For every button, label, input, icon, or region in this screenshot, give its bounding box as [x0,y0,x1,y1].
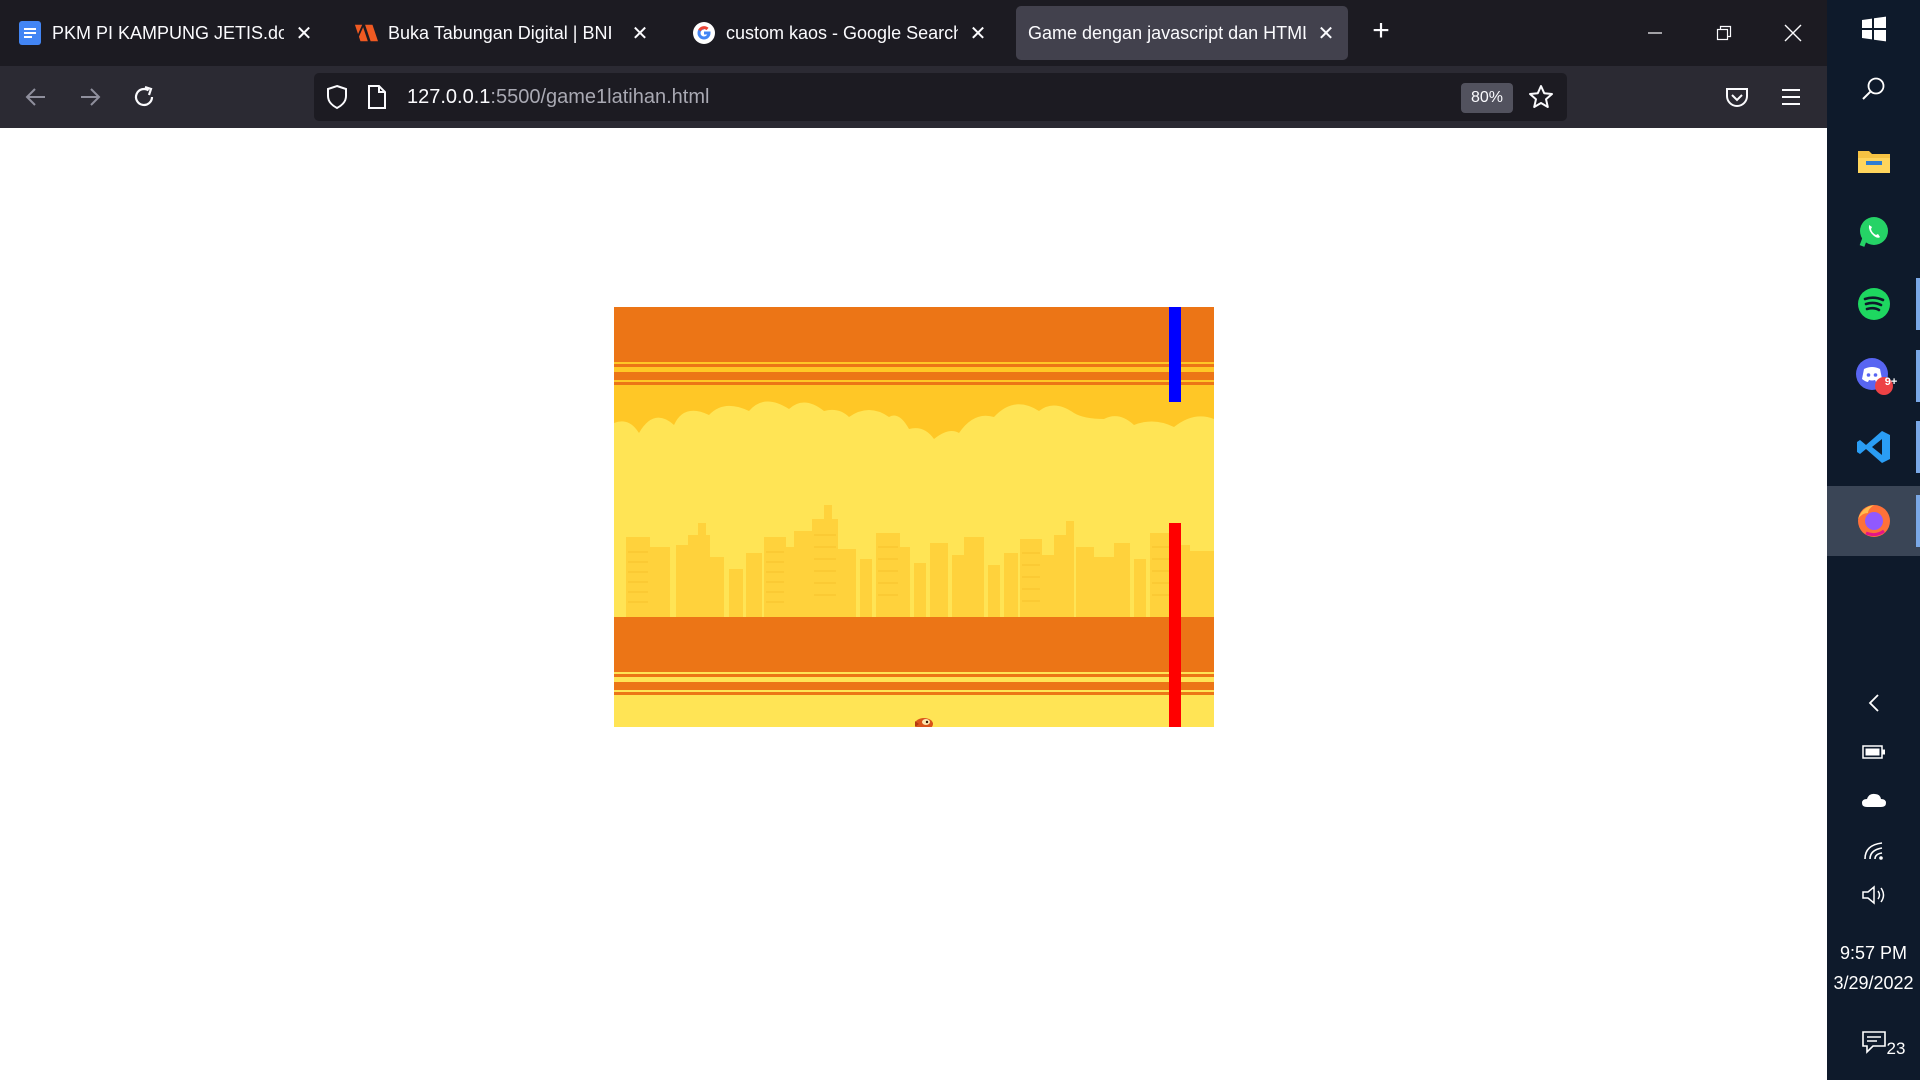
bni-icon [354,21,378,45]
obstacle-bottom-red [1169,523,1181,727]
tab-label: Game dengan javascript dan HTML [1028,22,1306,43]
volume-icon[interactable] [1827,875,1920,915]
onedrive-icon[interactable] [1827,780,1920,820]
tab-game-active[interactable]: Game dengan javascript dan HTML ✕ [1016,6,1348,60]
page-info-icon[interactable] [366,84,388,115]
spotify-icon[interactable] [1827,271,1920,337]
game-canvas[interactable] [614,307,1214,727]
forward-button[interactable] [71,78,109,116]
running-indicator [1916,421,1920,473]
file-explorer-icon[interactable] [1827,128,1920,194]
game-background [614,307,1214,727]
running-indicator [1916,350,1920,402]
tab-bni[interactable]: Buka Tabungan Digital | BNI ✕ [342,6,662,60]
windows-start-icon[interactable] [1827,0,1920,62]
discord-icon[interactable]: 9+ [1827,343,1920,409]
notification-count: 23 [1886,1039,1906,1058]
chevron-left-icon[interactable] [1827,683,1920,723]
battery-icon[interactable] [1827,732,1920,772]
minimize-button[interactable] [1632,10,1678,56]
tab-pkm-docx[interactable]: PKM PI KAMPUNG JETIS.docx - ✕ [6,6,326,60]
zoom-indicator[interactable]: 80% [1461,83,1514,113]
back-button[interactable] [17,78,55,116]
vscode-icon[interactable] [1827,414,1920,480]
address-bar[interactable]: 127.0.0.1:5500/game1latihan.html 80% [314,73,1567,121]
system-clock[interactable]: 9:57 PM 3/29/2022 [1827,938,1920,998]
running-indicator [1916,495,1920,547]
tab-label: Buka Tabungan Digital | BNI [388,22,613,43]
tab-label: PKM PI KAMPUNG JETIS.docx - [52,22,284,43]
clock-date: 3/29/2022 [1833,973,1914,993]
tab-bar: PKM PI KAMPUNG JETIS.docx - ✕ Buka Tabun… [0,0,1827,66]
menu-icon[interactable] [1772,78,1810,116]
page-viewport [0,128,1827,1080]
clock-time: 9:57 PM [1839,943,1908,963]
browser-window: PKM PI KAMPUNG JETIS.docx - ✕ Buka Tabun… [0,0,1827,1080]
url-host: 127.0.0.1 [407,86,491,108]
tab-google-search[interactable]: custom kaos - Google Search ✕ [680,6,1000,60]
google-icon [692,21,716,45]
discord-badge: 9+ [1884,376,1898,388]
close-tab-icon[interactable]: ✕ [968,23,988,45]
tab-label: custom kaos - Google Search [726,22,958,43]
url-text[interactable]: 127.0.0.1:5500/game1latihan.html [407,86,709,109]
reload-button[interactable] [125,78,163,116]
new-tab-button[interactable]: + [1366,16,1396,46]
docs-icon [18,21,42,45]
whatsapp-icon[interactable] [1827,199,1920,265]
shield-icon[interactable] [324,84,350,115]
pocket-icon[interactable] [1718,78,1756,116]
close-tab-icon[interactable]: ✕ [630,23,650,45]
running-indicator [1916,278,1920,330]
navigation-toolbar: 127.0.0.1:5500/game1latihan.html 80% [0,66,1827,128]
search-icon[interactable] [1827,56,1920,122]
bookmark-star-icon[interactable] [1528,84,1554,115]
player-character [915,718,933,727]
firefox-icon[interactable] [1827,486,1920,556]
wifi-icon[interactable] [1827,830,1920,870]
obstacle-top-blue [1169,307,1181,402]
windows-taskbar: 9+ 9:57 PM 3/29/2022 23 [1827,0,1920,1080]
url-path: :5500/game1latihan.html [490,86,710,108]
close-window-button[interactable] [1770,10,1816,56]
close-tab-icon[interactable]: ✕ [1316,23,1336,45]
close-tab-icon[interactable]: ✕ [294,23,314,45]
restore-button[interactable] [1701,10,1747,56]
